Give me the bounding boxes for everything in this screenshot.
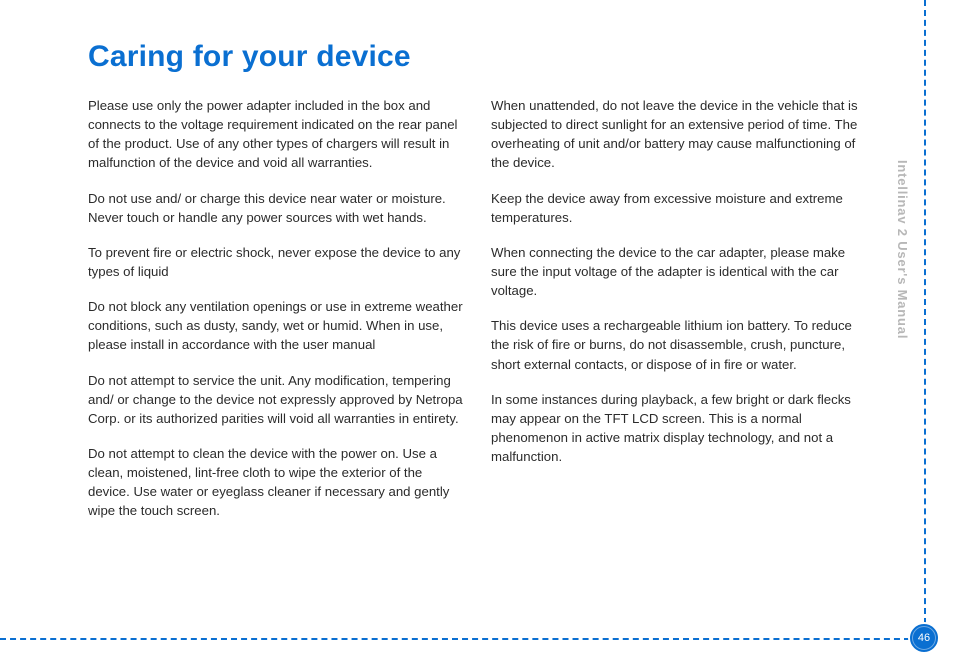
decorative-dashed-vertical bbox=[924, 0, 926, 624]
page-number-badge: 46 bbox=[910, 624, 938, 652]
decorative-dashed-horizontal bbox=[0, 638, 910, 640]
paragraph: Do not attempt to clean the device with … bbox=[88, 444, 463, 521]
paragraph: Do not block any ventilation openings or… bbox=[88, 297, 463, 354]
manual-side-label: Intellinav 2 User's Manual bbox=[895, 160, 910, 339]
right-column: When unattended, do not leave the device… bbox=[491, 96, 866, 537]
paragraph: Please use only the power adapter includ… bbox=[88, 96, 463, 173]
paragraph: To prevent fire or electric shock, never… bbox=[88, 243, 463, 281]
paragraph: When connecting the device to the car ad… bbox=[491, 243, 866, 300]
paragraph: In some instances during playback, a few… bbox=[491, 390, 866, 467]
left-column: Please use only the power adapter includ… bbox=[88, 96, 463, 537]
paragraph: Keep the device away from excessive mois… bbox=[491, 189, 866, 227]
paragraph: Do not use and/ or charge this device ne… bbox=[88, 189, 463, 227]
content-columns: Please use only the power adapter includ… bbox=[88, 96, 866, 537]
manual-page: Caring for your device Please use only t… bbox=[0, 0, 954, 668]
paragraph: When unattended, do not leave the device… bbox=[491, 96, 866, 173]
paragraph: Do not attempt to service the unit. Any … bbox=[88, 371, 463, 428]
page-title: Caring for your device bbox=[88, 40, 866, 74]
paragraph: This device uses a rechargeable lithium … bbox=[491, 316, 866, 373]
